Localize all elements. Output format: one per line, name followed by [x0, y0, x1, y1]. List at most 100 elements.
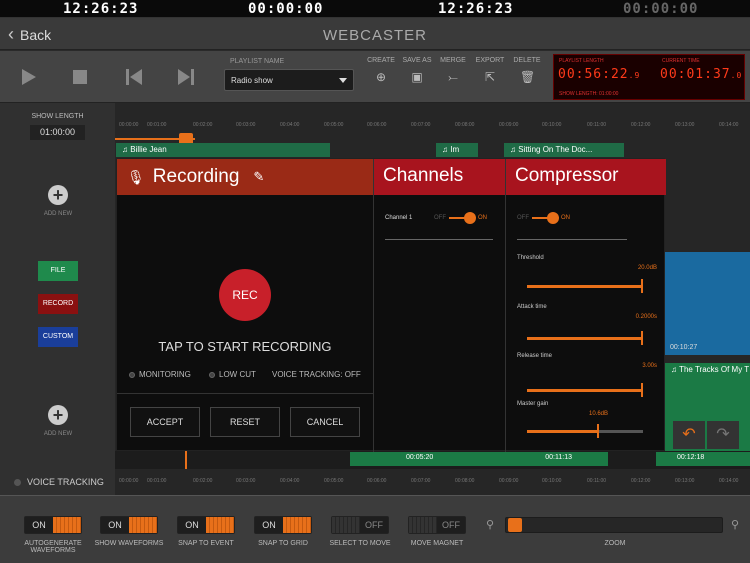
current-time-value: 00:01:37.0: [660, 67, 743, 82]
track-im[interactable]: ♫ Im: [436, 143, 478, 157]
skip-back-icon[interactable]: [122, 65, 146, 89]
select-to-move-label: SELECT TO MOVE: [329, 540, 391, 547]
low-cut-option[interactable]: LOW CUT: [209, 370, 256, 379]
current-time-main: 00:01:37: [660, 67, 731, 82]
chevron-down-icon: [339, 78, 347, 83]
playhead-line: [185, 451, 187, 469]
ruler-tick: 00:12:00: [631, 478, 651, 484]
redo-icon[interactable]: ↷: [707, 421, 739, 449]
reset-button[interactable]: RESET: [210, 407, 280, 437]
record-button[interactable]: RECORD: [38, 294, 78, 314]
radio-icon: [14, 478, 21, 486]
merge-button[interactable]: MERGE ⤚: [437, 57, 469, 84]
zoom-label: ZOOM: [604, 540, 626, 547]
threshold-value: 20.0dB: [637, 265, 657, 271]
chevron-left-icon: ‹: [8, 24, 14, 44]
lane-track[interactable]: 00:05:20 00:11:13: [350, 452, 608, 466]
stop-icon[interactable]: [68, 65, 92, 89]
attack-slider[interactable]: [527, 331, 643, 345]
zoom-handle[interactable]: [508, 518, 522, 532]
track-billie-jean[interactable]: ♫ Billie Jean: [116, 143, 330, 157]
track-sitting[interactable]: ♫ Sitting On The Doc...: [504, 143, 624, 157]
undo-icon[interactable]: ↶: [673, 421, 705, 449]
slider-handle[interactable]: [641, 279, 643, 293]
ruler-tick: 00:06:00: [367, 478, 387, 484]
playlist-length-frac: 9: [634, 71, 641, 80]
snap-to-event-label: SNAP TO EVENT: [178, 540, 234, 547]
ruler-tick: 00:09:00: [499, 478, 519, 484]
zoom-out-icon[interactable]: ⚲: [486, 518, 494, 531]
slider-handle[interactable]: [596, 424, 599, 438]
play-icon[interactable]: [16, 65, 40, 89]
zoom-in-icon[interactable]: ⚲: [731, 518, 739, 531]
voice-tracking-toggle[interactable]: VOICE TRACKING: [14, 477, 104, 487]
save-as-button[interactable]: SAVE AS ▣: [401, 57, 433, 84]
select-to-move-toggle[interactable]: OFF: [331, 516, 389, 534]
custom-button[interactable]: CUSTOM: [38, 327, 78, 347]
merge-label: MERGE: [440, 57, 466, 64]
slider-handle[interactable]: [641, 383, 643, 397]
ruler-tick: 00:12:00: [631, 122, 651, 128]
toggle-state: OFF: [442, 520, 460, 530]
show-waveforms-toggle[interactable]: ON: [100, 516, 158, 534]
slider-handle[interactable]: [641, 331, 643, 345]
export-button[interactable]: EXPORT ⇱: [474, 57, 506, 84]
release-slider[interactable]: [527, 383, 643, 397]
ruler-tick: 00:13:00: [675, 478, 695, 484]
autogenerate-label: AUTOGENERATE WAVEFORMS: [24, 540, 82, 554]
toggle-rail: [532, 212, 559, 224]
radio-icon: [209, 371, 215, 378]
attack-value: 0.2000s: [635, 314, 657, 320]
playlist-length-label: PLAYLIST LENGTH: [559, 58, 604, 64]
ruler-tick: 00:02:00: [193, 122, 213, 128]
toggle-knob: [409, 517, 437, 533]
monitoring-option[interactable]: MONITORING: [129, 370, 191, 379]
snap-to-event-toggle[interactable]: ON: [177, 516, 235, 534]
channels-header: Channels: [373, 159, 505, 195]
gain-slider[interactable]: [527, 424, 643, 438]
music-note-icon: ♫: [442, 145, 451, 154]
back-button[interactable]: ‹ Back: [8, 24, 51, 45]
voice-tracking-label: VOICE TRACKING: [27, 477, 104, 487]
show-length-value[interactable]: 01:00:00: [30, 125, 85, 140]
accept-button[interactable]: ACCEPT: [130, 407, 200, 437]
snap-to-grid-toggle[interactable]: ON: [254, 516, 312, 534]
zoom-slider[interactable]: [505, 517, 723, 533]
ruler-tick: 00:00:00: [119, 122, 139, 128]
clock-bar: 12:26:23 00:00:00 12:26:23 00:00:00: [0, 0, 750, 18]
low-cut-label: LOW CUT: [219, 370, 256, 379]
show-waveforms-label: SHOW WAVEFORMS: [94, 540, 164, 547]
compressor-toggle[interactable]: OFF ON: [517, 212, 570, 224]
ruler-tick: 00:07:00: [411, 122, 431, 128]
length-panel: PLAYLIST LENGTH 00:56:22.9 CURRENT TIME …: [553, 54, 745, 100]
add-new-button-2[interactable]: +: [48, 405, 68, 425]
playlist-length-main: 00:56:22: [558, 67, 629, 82]
ruler-tick: 00:01:00: [147, 478, 167, 484]
toggle-knob: [547, 212, 559, 224]
move-magnet-toggle[interactable]: OFF: [408, 516, 466, 534]
on-label: ON: [478, 215, 487, 221]
music-note-icon: ♫: [510, 145, 519, 154]
radio-icon: [129, 371, 135, 378]
cancel-button[interactable]: CANCEL: [290, 407, 360, 437]
music-note-icon: ♫: [671, 365, 680, 374]
create-button[interactable]: CREATE ⊕: [365, 57, 397, 84]
ruler-tick: 00:11:00: [587, 478, 607, 484]
threshold-slider[interactable]: [527, 279, 643, 293]
add-new-button[interactable]: +: [48, 185, 68, 205]
channel-1-toggle[interactable]: OFF ON: [434, 212, 487, 224]
lane-track-2[interactable]: 00:12:18: [656, 452, 750, 466]
skip-forward-icon[interactable]: [174, 65, 198, 89]
autogenerate-waveforms-toggle[interactable]: ON: [24, 516, 82, 534]
delete-button[interactable]: DELETE 🗑: [511, 57, 543, 84]
file-button[interactable]: FILE: [38, 261, 78, 281]
track-time: 00:05:20: [406, 454, 434, 461]
pencil-icon[interactable]: ✎: [253, 169, 264, 185]
move-magnet-label: MOVE MAGNET: [410, 540, 464, 547]
voice-tracking-option[interactable]: VOICE TRACKING: OFF: [272, 370, 361, 379]
rec-button[interactable]: REC: [219, 269, 271, 321]
back-label: Back: [20, 26, 52, 43]
waveform-block[interactable]: [665, 252, 750, 355]
playlist-select[interactable]: Radio show: [224, 69, 354, 91]
ruler-tick: 00:03:00: [236, 122, 256, 128]
